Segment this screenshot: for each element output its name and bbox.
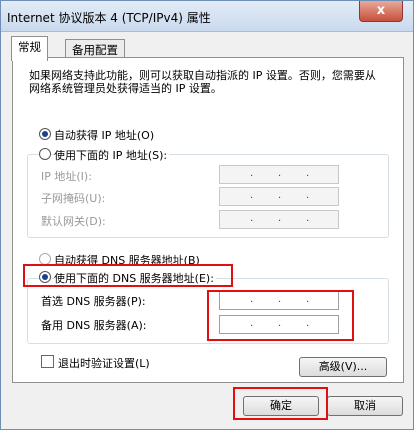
preferred-dns-label: 首选 DNS 服务器(P): <box>41 295 146 308</box>
validate-settings-checkbox[interactable] <box>41 355 54 368</box>
highlight-manual-dns <box>23 264 233 287</box>
description-text: 如果网络支持此功能，则可以获取自动指派的 IP 设置。否则，您需要从网络系统管理… <box>29 69 376 95</box>
ip-address-input[interactable]: ... <box>219 165 339 184</box>
highlight-ok-button <box>233 387 328 420</box>
dialog-window: Internet 协议版本 4 (TCP/IPv4) 属性 x 常规 备用配置 … <box>0 0 414 430</box>
default-gateway-label: 默认网关(D): <box>41 215 106 228</box>
close-button[interactable]: x <box>359 1 403 22</box>
radio-manual-ip[interactable] <box>39 148 51 160</box>
subnet-mask-label: 子网掩码(U): <box>41 192 106 205</box>
auto-ip-label: 自动获得 IP 地址(O) <box>54 129 155 142</box>
validate-settings-label: 退出时验证设置(L) <box>58 357 150 370</box>
radio-auto-ip[interactable] <box>39 128 51 140</box>
highlight-dns-fields <box>207 290 354 341</box>
cancel-button[interactable]: 取消 <box>327 396 403 416</box>
subnet-mask-input[interactable]: ... <box>219 187 339 206</box>
manual-ip-label: 使用下面的 IP 地址(S): <box>54 147 170 163</box>
tab-general[interactable]: 常规 <box>11 36 48 61</box>
alternate-dns-label: 备用 DNS 服务器(A): <box>41 319 147 332</box>
default-gateway-input[interactable]: ... <box>219 210 339 229</box>
window-title: Internet 协议版本 4 (TCP/IPv4) 属性 <box>7 11 211 25</box>
title-bar: Internet 协议版本 4 (TCP/IPv4) 属性 x <box>1 1 413 32</box>
ip-address-label: IP 地址(I): <box>41 170 92 183</box>
close-icon: x <box>376 3 386 18</box>
advanced-button[interactable]: 高级(V)... <box>299 357 387 377</box>
